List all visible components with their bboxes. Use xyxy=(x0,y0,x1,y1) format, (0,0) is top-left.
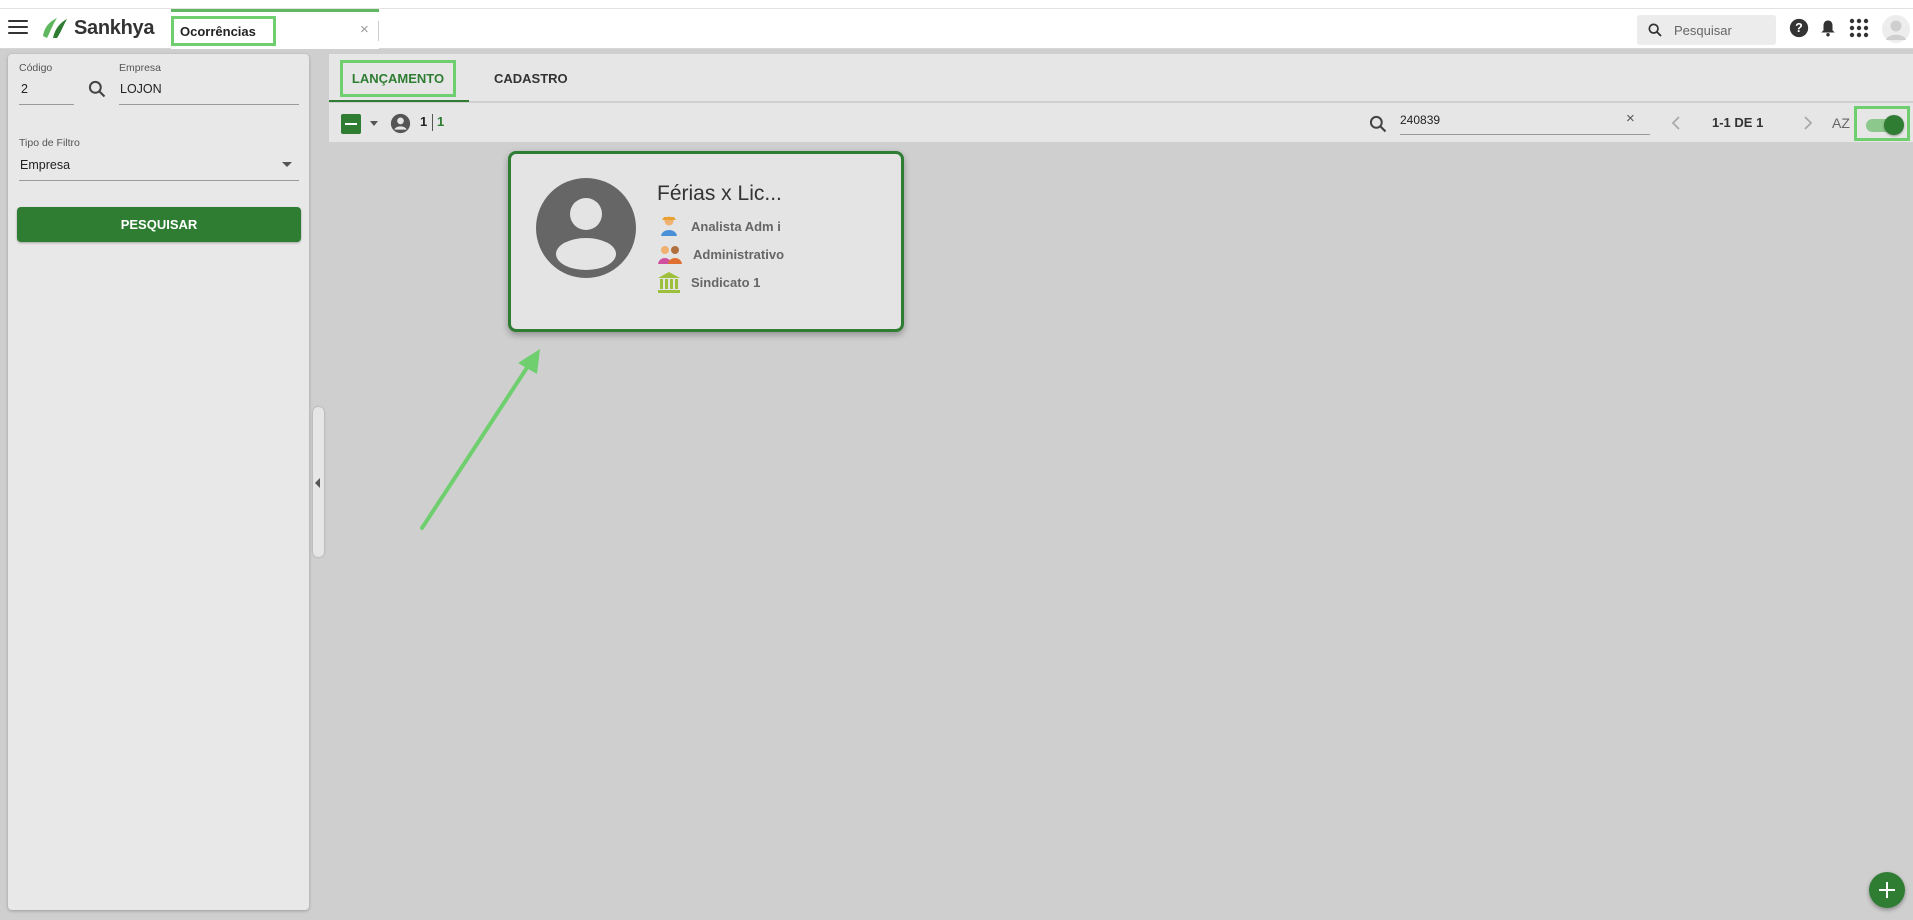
card-union: Sindicato 1 xyxy=(691,274,761,290)
selected-count: 1 xyxy=(420,114,428,129)
tab-lancamento[interactable]: LANÇAMENTO xyxy=(340,60,456,97)
tab-label: Ocorrências xyxy=(171,16,276,46)
tab-cadastro[interactable]: CADASTRO xyxy=(494,71,568,86)
search-icon xyxy=(1369,115,1387,133)
total-count: 1 xyxy=(437,114,445,129)
sort-az-icon[interactable]: AZ xyxy=(1832,115,1850,131)
empresa-underline xyxy=(119,104,299,105)
team-icon xyxy=(658,246,682,264)
employee-avatar-icon xyxy=(536,178,636,278)
select-all-checkbox[interactable] xyxy=(341,114,361,134)
hamburger-menu-icon[interactable] xyxy=(8,20,28,38)
codigo-label: Código xyxy=(19,62,53,74)
count-divider xyxy=(432,114,433,131)
app-header: Sankhya Ocorrências × Pesquisar ? xyxy=(0,9,1913,49)
list-toolbar: 1 1 240839 × 1-1 DE 1 AZ xyxy=(329,103,1913,143)
card-department-row: Administrativo xyxy=(657,242,784,266)
pesquisar-button[interactable]: PESQUISAR xyxy=(17,207,301,242)
chevron-right-icon[interactable] xyxy=(1803,116,1813,130)
svg-text:?: ? xyxy=(1795,21,1803,35)
tab-divider xyxy=(378,21,379,41)
user-avatar-icon[interactable] xyxy=(1882,15,1910,43)
annotation-arrow xyxy=(420,349,540,530)
building-icon xyxy=(658,272,680,293)
filter-panel: Código 2 Empresa LOJON Tipo de Filtro Em… xyxy=(8,54,309,910)
card-role-row: Analista Adm i xyxy=(657,214,781,238)
codigo-field[interactable]: 2 xyxy=(21,82,28,96)
card-title: Férias x Lic... xyxy=(657,182,782,205)
card-department: Administrativo xyxy=(693,246,785,262)
clear-search-icon[interactable]: × xyxy=(1626,110,1635,127)
help-icon[interactable]: ? xyxy=(1789,18,1809,38)
employee-card[interactable]: Férias x Lic... Analista Adm i Administr… xyxy=(508,151,904,332)
active-tab-indicator xyxy=(329,100,469,102)
chevron-left-icon[interactable] xyxy=(1671,116,1681,130)
pagination-info: 1-1 DE 1 xyxy=(1712,115,1764,130)
selection-dropdown-icon[interactable] xyxy=(370,121,378,126)
card-union-row: Sindicato 1 xyxy=(657,271,760,293)
brand-name: Sankhya xyxy=(74,16,155,39)
person-icon xyxy=(390,113,411,134)
browser-top-strip xyxy=(0,0,1913,9)
search-icon xyxy=(1648,23,1662,37)
codigo-underline xyxy=(19,104,74,105)
worker-icon xyxy=(661,216,677,236)
sankhya-logo-icon xyxy=(43,18,67,38)
tabs-bar: LANÇAMENTO CADASTRO xyxy=(329,54,1913,102)
list-search-value: 240839 xyxy=(1400,113,1441,127)
tipo-filtro-select[interactable]: Empresa xyxy=(20,158,70,172)
notifications-bell-icon[interactable] xyxy=(1819,18,1837,38)
apps-grid-icon[interactable] xyxy=(1849,18,1869,38)
empresa-field[interactable]: LOJON xyxy=(120,82,162,96)
open-tab-ocorrencias[interactable]: Ocorrências × xyxy=(171,9,379,49)
tipo-filtro-label: Tipo de Filtro xyxy=(19,137,80,149)
logo[interactable]: Sankhya xyxy=(39,16,154,40)
view-toggle[interactable] xyxy=(1854,106,1910,141)
toggle-knob xyxy=(1884,115,1904,135)
codigo-search-icon[interactable] xyxy=(87,79,107,99)
tipo-filtro-underline xyxy=(19,180,299,181)
list-search-input[interactable]: 240839 × xyxy=(1400,109,1650,135)
chevron-down-icon[interactable] xyxy=(282,162,292,167)
global-search-input[interactable]: Pesquisar xyxy=(1637,15,1776,45)
empresa-label: Empresa xyxy=(119,62,162,74)
collapse-arrow-icon xyxy=(315,478,320,488)
search-placeholder: Pesquisar xyxy=(1674,23,1732,38)
add-button[interactable] xyxy=(1869,872,1905,908)
card-role: Analista Adm i xyxy=(691,218,781,234)
collapse-panel-handle[interactable] xyxy=(313,407,324,557)
close-tab-icon[interactable]: × xyxy=(360,21,369,38)
